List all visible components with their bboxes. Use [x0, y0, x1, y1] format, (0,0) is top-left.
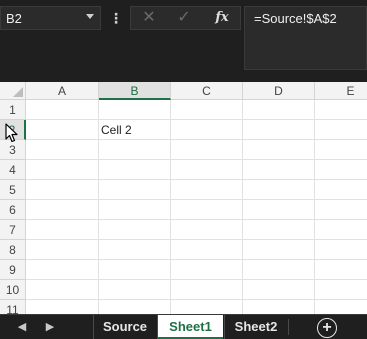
- gridline: [98, 100, 99, 314]
- formula-tools: ✕ ✓ fx: [130, 6, 241, 30]
- cell-b2[interactable]: Cell 2: [101, 123, 132, 137]
- column-header-a[interactable]: A: [26, 82, 99, 100]
- column-header-c[interactable]: C: [171, 82, 243, 100]
- sheet-tab-sheet2[interactable]: Sheet2: [224, 315, 287, 339]
- scroll-tabs-right-icon[interactable]: ▶: [42, 319, 58, 335]
- name-box-value: B2: [6, 11, 22, 26]
- gridline: [26, 159, 367, 160]
- row-header-4[interactable]: 4: [0, 160, 26, 180]
- gridline: [26, 259, 367, 260]
- gridline: [26, 239, 367, 240]
- gridline: [26, 119, 367, 120]
- spreadsheet-grid[interactable]: A B C D E 1 2 3 4 5 6 7 8 9 10 11 Cell 2: [0, 82, 367, 314]
- gridline: [26, 219, 367, 220]
- select-all-corner[interactable]: [0, 82, 26, 100]
- row-header-1[interactable]: 1: [0, 100, 26, 120]
- column-header-b[interactable]: B: [99, 82, 171, 100]
- gridline: [26, 139, 367, 140]
- row-header-6[interactable]: 6: [0, 200, 26, 220]
- gridline: [242, 100, 243, 314]
- row-header-9[interactable]: 9: [0, 260, 26, 280]
- column-header-d[interactable]: D: [243, 82, 315, 100]
- row-header-5[interactable]: 5: [0, 180, 26, 200]
- more-options-icon[interactable]: ⋮: [106, 9, 126, 27]
- add-sheet-icon[interactable]: +: [317, 318, 337, 338]
- insert-function-icon[interactable]: fx: [210, 9, 234, 27]
- formula-bar-area: B2 ⋮ ✕ ✓ fx =Source!$A$2: [0, 0, 367, 82]
- cancel-icon[interactable]: ✕: [137, 9, 161, 27]
- sheet-tab-source[interactable]: Source: [93, 315, 156, 339]
- gridline: [26, 299, 367, 300]
- tab-divider: [288, 319, 289, 335]
- formula-input[interactable]: =Source!$A$2: [244, 6, 367, 70]
- gridline: [26, 199, 367, 200]
- name-box[interactable]: B2: [0, 6, 101, 30]
- chevron-down-icon[interactable]: [86, 14, 94, 19]
- row-header-8[interactable]: 8: [0, 240, 26, 260]
- sheet-tab-bar: ◀ ▶ Source Sheet1 Sheet2 +: [0, 314, 367, 339]
- select-all-triangle-icon: [13, 87, 23, 97]
- column-header-e[interactable]: E: [315, 82, 367, 100]
- sheet-tab-sheet1[interactable]: Sheet1: [157, 315, 223, 339]
- formula-text: =Source!$A$2: [254, 11, 337, 26]
- gridline: [26, 279, 367, 280]
- row-header-3[interactable]: 3: [0, 140, 26, 160]
- gridline: [170, 100, 171, 314]
- scroll-tabs-left-icon[interactable]: ◀: [14, 319, 30, 335]
- gridline: [314, 100, 315, 314]
- row-header-11[interactable]: 11: [0, 300, 26, 314]
- mouse-pointer-icon: [5, 123, 18, 143]
- gridline: [26, 179, 367, 180]
- enter-check-icon[interactable]: ✓: [172, 9, 196, 27]
- row-header-10[interactable]: 10: [0, 280, 26, 300]
- row-header-7[interactable]: 7: [0, 220, 26, 240]
